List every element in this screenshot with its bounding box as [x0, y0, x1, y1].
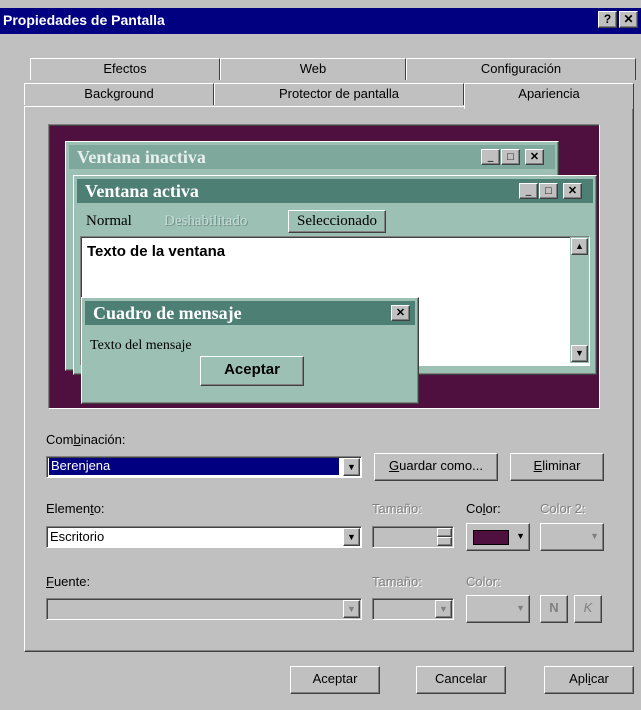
help-button[interactable]: ? — [598, 11, 617, 28]
chevron-down-icon: ▼ — [516, 603, 525, 613]
item-value: Escritorio — [50, 529, 105, 544]
bold-button: N — [540, 595, 568, 623]
scroll-up-icon: ▲ — [571, 238, 588, 255]
minimize-icon: _ — [481, 149, 500, 165]
menu-item-disabled: Deshabilitado — [164, 213, 248, 229]
cancel-label: Cancelar — [434, 671, 488, 686]
chevron-down-icon: ▼ — [435, 600, 452, 618]
close-icon: ✕ — [563, 183, 582, 199]
appearance-preview[interactable]: Ventana inactiva _ □ ✕ Ventana activa _ … — [48, 124, 600, 409]
item-select[interactable]: Escritorio ▼ — [46, 526, 362, 548]
item-label: Elemento: — [46, 501, 105, 516]
chevron-down-icon: ▼ — [590, 531, 599, 541]
msgbox-ok-label: Aceptar — [224, 361, 280, 378]
menu-item-normal: Normal — [86, 213, 132, 229]
save-as-button[interactable]: Guardar como... — [374, 453, 498, 481]
msgbox-title: Cuadro de mensaje — [93, 303, 242, 323]
item-color-button[interactable]: ▼ — [466, 523, 530, 551]
minimize-icon: _ — [519, 183, 538, 199]
item-size-spinner — [372, 526, 454, 548]
spin-up-icon — [437, 528, 452, 537]
ok-label: Aceptar — [312, 671, 358, 686]
window-text: Texto de la ventana — [87, 243, 226, 260]
cancel-button[interactable]: Cancelar — [416, 666, 506, 694]
msgbox-ok-button: Aceptar — [200, 356, 304, 386]
close-icon: ✕ — [525, 149, 544, 165]
close-icon: ✕ — [391, 305, 410, 321]
tab-apariencia[interactable]: Apariencia — [464, 83, 634, 109]
tab-background[interactable]: Background — [24, 83, 214, 105]
color-swatch — [473, 530, 509, 545]
item-color-label: Color: — [466, 501, 501, 516]
chevron-down-icon: ▼ — [343, 600, 360, 618]
menu-item-selected: Seleccionado — [288, 210, 386, 233]
tab-label: Background — [84, 86, 154, 101]
tab-label: Efectos — [103, 61, 147, 76]
tab-protector-de-pantalla[interactable]: Protector de pantalla — [214, 83, 464, 105]
font-color-button: ▼ — [466, 595, 530, 623]
bold-icon: N — [549, 600, 559, 615]
inactive-title: Ventana inactiva — [77, 147, 206, 167]
font-select: ▼ — [46, 598, 362, 620]
window-title: Propiedades de Pantalla — [3, 12, 165, 28]
msgbox-text: Texto del mensaje — [90, 338, 192, 353]
font-size-label: Tamaño: — [372, 574, 422, 589]
chevron-down-icon[interactable]: ▼ — [343, 528, 360, 546]
maximize-icon: □ — [501, 149, 520, 165]
apply-button[interactable]: Aplicar — [544, 666, 634, 694]
scheme-value: Berenjena — [49, 458, 339, 475]
msgbox-title-bar: Cuadro de mensaje ✕ — [85, 301, 415, 325]
ok-button[interactable]: Aceptar — [290, 666, 380, 694]
font-color-label: Color: — [466, 574, 501, 589]
tab-web[interactable]: Web — [220, 58, 406, 80]
tab-label: Protector de pantalla — [279, 86, 399, 101]
close-icon: ✕ — [623, 12, 634, 26]
scheme-label: Combinación: — [46, 432, 126, 447]
preview-message-box[interactable]: Cuadro de mensaje ✕ Texto del mensaje Ac… — [81, 297, 419, 404]
item-color2-button: ▼ — [540, 523, 604, 551]
title-bar[interactable]: Propiedades de Pantalla ? ✕ — [0, 8, 641, 34]
tab-label: Configuración — [480, 61, 562, 76]
active-title: Ventana activa — [85, 181, 199, 201]
spin-down-icon — [437, 537, 452, 546]
tab-label: Apariencia — [518, 86, 580, 101]
close-button[interactable]: ✕ — [619, 11, 638, 28]
tab-label: Web — [299, 61, 327, 76]
help-icon: ? — [603, 12, 612, 26]
item-size-label: Tamaño: — [372, 501, 422, 516]
maximize-icon: □ — [539, 183, 558, 199]
italic-icon: K — [583, 600, 593, 615]
chevron-down-icon[interactable]: ▼ — [343, 458, 360, 476]
delete-button[interactable]: Eliminar — [510, 453, 604, 481]
preview-scrollbar: ▲ ▼ — [570, 237, 589, 363]
display-properties-window: Propiedades de Pantalla ? ✕ Efectos Web … — [0, 0, 641, 710]
font-size-select: ▼ — [372, 598, 454, 620]
italic-button: K — [574, 595, 602, 623]
tab-configuracion[interactable]: Configuración — [406, 58, 636, 80]
scroll-down-icon: ▼ — [571, 345, 588, 362]
chevron-down-icon: ▼ — [516, 531, 525, 541]
font-label: Fuente: — [46, 574, 91, 589]
active-title-bar: Ventana activa _ □ ✕ — [77, 179, 593, 203]
inactive-title-bar: Ventana inactiva _ □ ✕ — [69, 145, 555, 169]
tab-efectos[interactable]: Efectos — [30, 58, 220, 80]
item-color2-label: Color 2: — [540, 501, 586, 516]
scheme-select[interactable]: Berenjena ▼ — [46, 456, 362, 478]
